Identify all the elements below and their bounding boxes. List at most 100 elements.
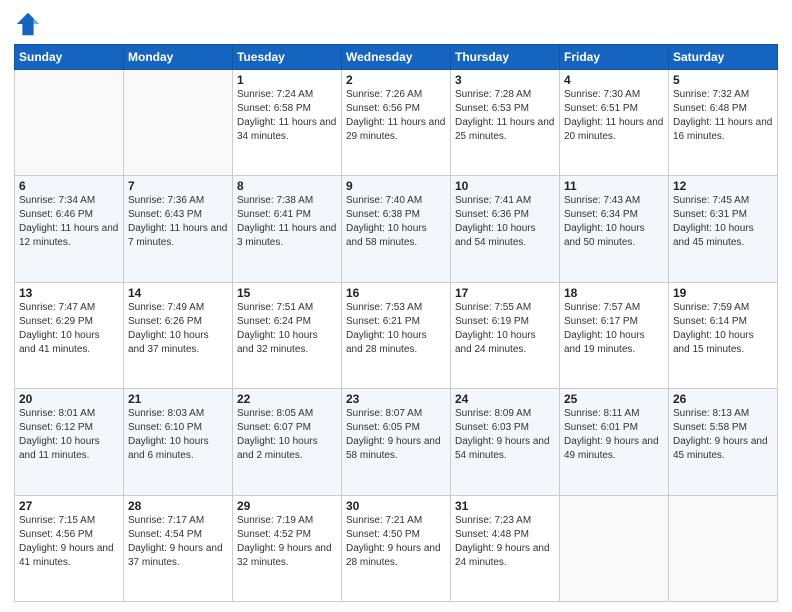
calendar-cell: 10Sunrise: 7:41 AMSunset: 6:36 PMDayligh… (451, 176, 560, 282)
day-number: 5 (673, 73, 773, 87)
calendar-cell: 25Sunrise: 8:11 AMSunset: 6:01 PMDayligh… (560, 389, 669, 495)
day-info: Sunrise: 7:21 AMSunset: 4:50 PMDaylight:… (346, 514, 446, 570)
day-number: 21 (128, 392, 228, 406)
calendar-cell: 31Sunrise: 7:23 AMSunset: 4:48 PMDayligh… (451, 495, 560, 601)
calendar-table: SundayMondayTuesdayWednesdayThursdayFrid… (14, 44, 778, 602)
day-info: Sunrise: 7:26 AMSunset: 6:56 PMDaylight:… (346, 88, 446, 144)
day-info: Sunrise: 8:01 AMSunset: 6:12 PMDaylight:… (19, 407, 119, 463)
day-info: Sunrise: 7:15 AMSunset: 4:56 PMDaylight:… (19, 514, 119, 570)
week-row-5: 27Sunrise: 7:15 AMSunset: 4:56 PMDayligh… (15, 495, 778, 601)
calendar-cell (124, 70, 233, 176)
day-number: 8 (237, 179, 337, 193)
calendar-cell: 6Sunrise: 7:34 AMSunset: 6:46 PMDaylight… (15, 176, 124, 282)
weekday-header-tuesday: Tuesday (233, 45, 342, 70)
day-number: 24 (455, 392, 555, 406)
day-number: 29 (237, 499, 337, 513)
day-info: Sunrise: 7:57 AMSunset: 6:17 PMDaylight:… (564, 301, 664, 357)
day-number: 26 (673, 392, 773, 406)
day-info: Sunrise: 8:03 AMSunset: 6:10 PMDaylight:… (128, 407, 228, 463)
weekday-header-saturday: Saturday (669, 45, 778, 70)
day-number: 13 (19, 286, 119, 300)
calendar-cell: 15Sunrise: 7:51 AMSunset: 6:24 PMDayligh… (233, 282, 342, 388)
day-number: 27 (19, 499, 119, 513)
day-number: 11 (564, 179, 664, 193)
calendar-cell: 2Sunrise: 7:26 AMSunset: 6:56 PMDaylight… (342, 70, 451, 176)
day-info: Sunrise: 7:38 AMSunset: 6:41 PMDaylight:… (237, 194, 337, 250)
day-number: 14 (128, 286, 228, 300)
calendar-cell: 14Sunrise: 7:49 AMSunset: 6:26 PMDayligh… (124, 282, 233, 388)
calendar-cell: 27Sunrise: 7:15 AMSunset: 4:56 PMDayligh… (15, 495, 124, 601)
day-info: Sunrise: 7:24 AMSunset: 6:58 PMDaylight:… (237, 88, 337, 144)
day-info: Sunrise: 7:19 AMSunset: 4:52 PMDaylight:… (237, 514, 337, 570)
day-number: 3 (455, 73, 555, 87)
calendar-cell: 9Sunrise: 7:40 AMSunset: 6:38 PMDaylight… (342, 176, 451, 282)
calendar-cell: 1Sunrise: 7:24 AMSunset: 6:58 PMDaylight… (233, 70, 342, 176)
day-number: 22 (237, 392, 337, 406)
weekday-header-friday: Friday (560, 45, 669, 70)
day-number: 2 (346, 73, 446, 87)
calendar-cell: 23Sunrise: 8:07 AMSunset: 6:05 PMDayligh… (342, 389, 451, 495)
weekday-header-row: SundayMondayTuesdayWednesdayThursdayFrid… (15, 45, 778, 70)
day-number: 9 (346, 179, 446, 193)
week-row-2: 6Sunrise: 7:34 AMSunset: 6:46 PMDaylight… (15, 176, 778, 282)
day-number: 19 (673, 286, 773, 300)
calendar-cell: 7Sunrise: 7:36 AMSunset: 6:43 PMDaylight… (124, 176, 233, 282)
week-row-1: 1Sunrise: 7:24 AMSunset: 6:58 PMDaylight… (15, 70, 778, 176)
day-number: 25 (564, 392, 664, 406)
calendar-cell (15, 70, 124, 176)
day-number: 1 (237, 73, 337, 87)
day-info: Sunrise: 7:49 AMSunset: 6:26 PMDaylight:… (128, 301, 228, 357)
day-number: 6 (19, 179, 119, 193)
calendar-cell: 19Sunrise: 7:59 AMSunset: 6:14 PMDayligh… (669, 282, 778, 388)
day-info: Sunrise: 7:28 AMSunset: 6:53 PMDaylight:… (455, 88, 555, 144)
header (14, 10, 778, 38)
day-number: 4 (564, 73, 664, 87)
day-number: 20 (19, 392, 119, 406)
day-info: Sunrise: 7:40 AMSunset: 6:38 PMDaylight:… (346, 194, 446, 250)
calendar-cell: 5Sunrise: 7:32 AMSunset: 6:48 PMDaylight… (669, 70, 778, 176)
week-row-4: 20Sunrise: 8:01 AMSunset: 6:12 PMDayligh… (15, 389, 778, 495)
weekday-header-monday: Monday (124, 45, 233, 70)
calendar-cell: 12Sunrise: 7:45 AMSunset: 6:31 PMDayligh… (669, 176, 778, 282)
day-number: 28 (128, 499, 228, 513)
calendar-cell: 11Sunrise: 7:43 AMSunset: 6:34 PMDayligh… (560, 176, 669, 282)
calendar-cell: 17Sunrise: 7:55 AMSunset: 6:19 PMDayligh… (451, 282, 560, 388)
day-info: Sunrise: 7:55 AMSunset: 6:19 PMDaylight:… (455, 301, 555, 357)
day-number: 17 (455, 286, 555, 300)
day-info: Sunrise: 8:07 AMSunset: 6:05 PMDaylight:… (346, 407, 446, 463)
day-info: Sunrise: 8:11 AMSunset: 6:01 PMDaylight:… (564, 407, 664, 463)
day-info: Sunrise: 7:51 AMSunset: 6:24 PMDaylight:… (237, 301, 337, 357)
weekday-header-wednesday: Wednesday (342, 45, 451, 70)
day-number: 16 (346, 286, 446, 300)
day-number: 12 (673, 179, 773, 193)
day-info: Sunrise: 8:05 AMSunset: 6:07 PMDaylight:… (237, 407, 337, 463)
day-info: Sunrise: 7:30 AMSunset: 6:51 PMDaylight:… (564, 88, 664, 144)
calendar-cell: 30Sunrise: 7:21 AMSunset: 4:50 PMDayligh… (342, 495, 451, 601)
day-info: Sunrise: 8:13 AMSunset: 5:58 PMDaylight:… (673, 407, 773, 463)
calendar-cell: 8Sunrise: 7:38 AMSunset: 6:41 PMDaylight… (233, 176, 342, 282)
calendar-cell: 24Sunrise: 8:09 AMSunset: 6:03 PMDayligh… (451, 389, 560, 495)
day-number: 10 (455, 179, 555, 193)
calendar-cell: 13Sunrise: 7:47 AMSunset: 6:29 PMDayligh… (15, 282, 124, 388)
logo (14, 10, 44, 38)
day-info: Sunrise: 8:09 AMSunset: 6:03 PMDaylight:… (455, 407, 555, 463)
day-number: 15 (237, 286, 337, 300)
calendar-cell: 21Sunrise: 8:03 AMSunset: 6:10 PMDayligh… (124, 389, 233, 495)
day-info: Sunrise: 7:43 AMSunset: 6:34 PMDaylight:… (564, 194, 664, 250)
day-number: 18 (564, 286, 664, 300)
calendar-cell: 20Sunrise: 8:01 AMSunset: 6:12 PMDayligh… (15, 389, 124, 495)
day-info: Sunrise: 7:17 AMSunset: 4:54 PMDaylight:… (128, 514, 228, 570)
calendar-cell: 16Sunrise: 7:53 AMSunset: 6:21 PMDayligh… (342, 282, 451, 388)
day-info: Sunrise: 7:23 AMSunset: 4:48 PMDaylight:… (455, 514, 555, 570)
calendar-cell: 29Sunrise: 7:19 AMSunset: 4:52 PMDayligh… (233, 495, 342, 601)
calendar-cell: 4Sunrise: 7:30 AMSunset: 6:51 PMDaylight… (560, 70, 669, 176)
day-info: Sunrise: 7:34 AMSunset: 6:46 PMDaylight:… (19, 194, 119, 250)
day-number: 7 (128, 179, 228, 193)
day-number: 30 (346, 499, 446, 513)
day-number: 31 (455, 499, 555, 513)
day-info: Sunrise: 7:41 AMSunset: 6:36 PMDaylight:… (455, 194, 555, 250)
weekday-header-sunday: Sunday (15, 45, 124, 70)
calendar-cell (669, 495, 778, 601)
day-info: Sunrise: 7:47 AMSunset: 6:29 PMDaylight:… (19, 301, 119, 357)
calendar-cell: 18Sunrise: 7:57 AMSunset: 6:17 PMDayligh… (560, 282, 669, 388)
